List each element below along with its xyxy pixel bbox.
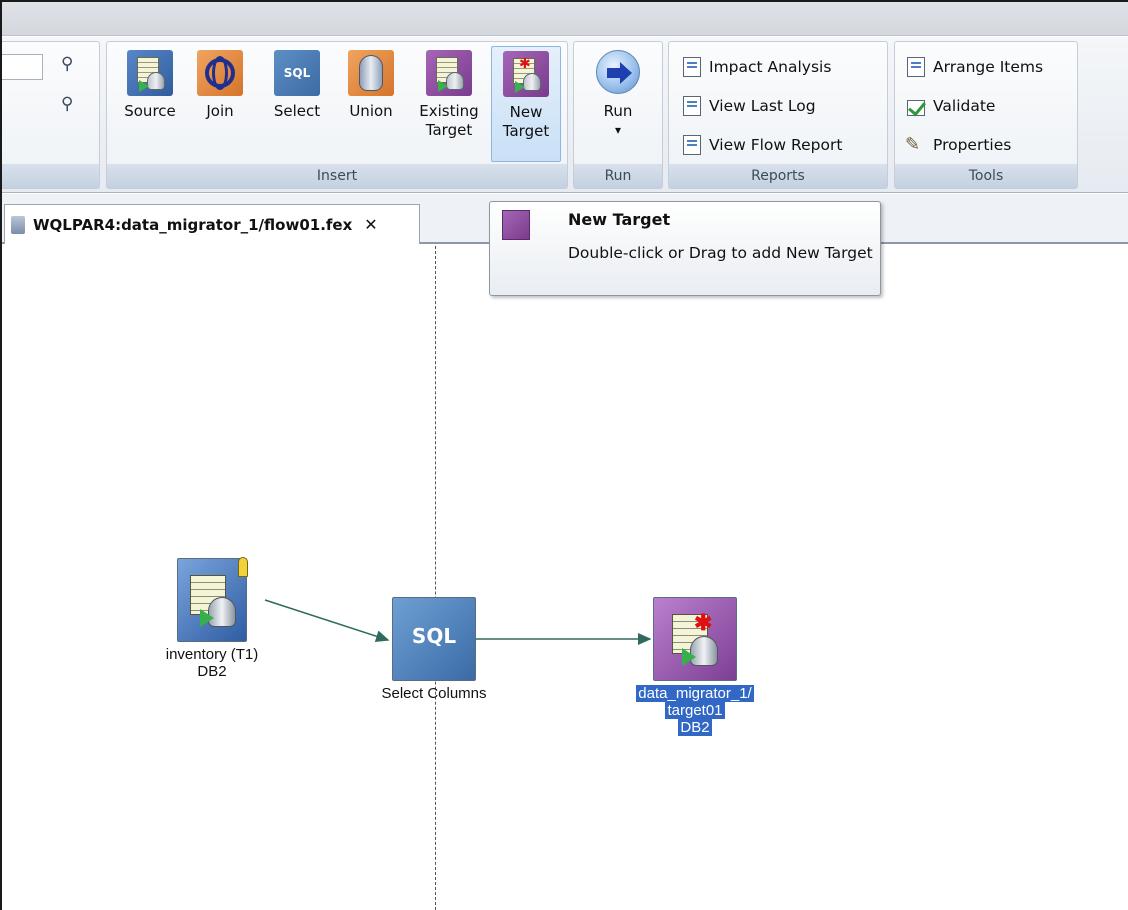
source-node[interactable]: inventory (T1) DB2 xyxy=(152,557,272,680)
key-icon xyxy=(238,557,248,577)
new-target-node-icon: ✱ xyxy=(653,597,737,681)
target-node-table: target01 xyxy=(665,702,725,719)
target-node[interactable]: ✱ data_migrator_1/ target01 DB2 xyxy=(612,597,778,736)
tooltip-title: New Target xyxy=(568,210,671,229)
new-target-tooltip-icon xyxy=(502,210,530,240)
target-node-name: data_migrator_1/ xyxy=(636,685,754,702)
flow-connectors xyxy=(264,599,652,645)
source-node-db: DB2 xyxy=(197,663,227,680)
sql-node-icon: SQL xyxy=(392,597,476,681)
new-target-tooltip: New Target Double-click or Drag to add N… xyxy=(489,201,881,296)
select-columns-node[interactable]: SQL Select Columns xyxy=(364,597,504,702)
tooltip-body: Double-click or Drag to add New Target xyxy=(568,244,873,262)
source-node-icon xyxy=(177,557,248,642)
target-node-db: DB2 xyxy=(678,719,712,736)
select-columns-label: Select Columns xyxy=(381,685,487,702)
source-node-name: inventory (T1) xyxy=(165,646,259,663)
